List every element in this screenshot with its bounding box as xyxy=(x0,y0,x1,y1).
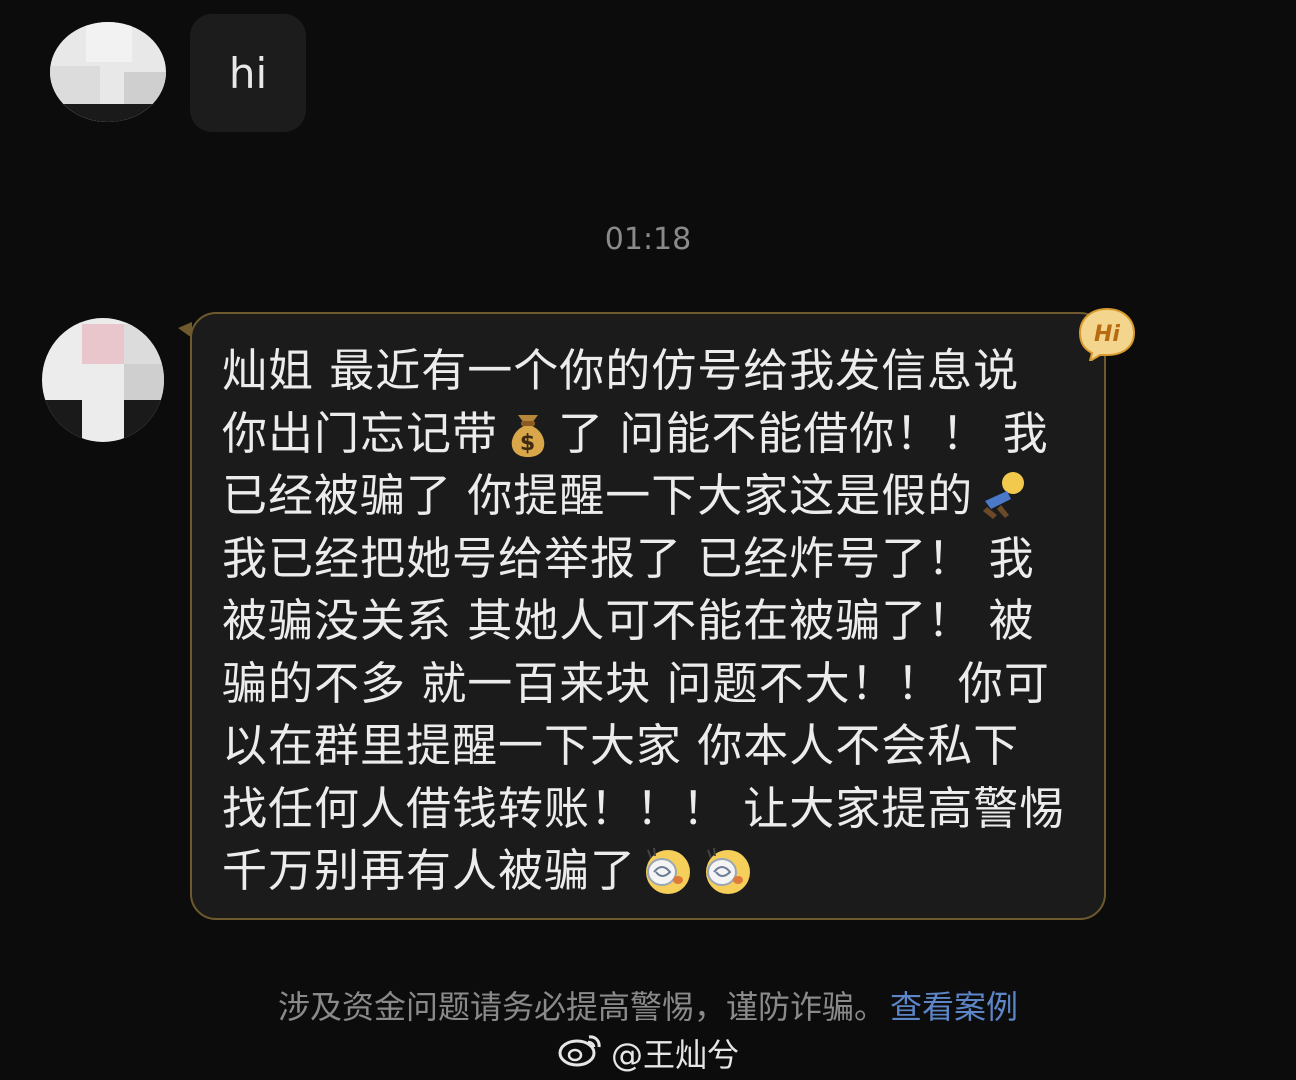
message-line: 找任何人借钱转账！！！ 让大家提高警惕 xyxy=(222,781,1066,835)
message-line: 以在群里提醒一下大家 你本人不会私下 xyxy=(222,719,1020,772)
weibo-logo-icon xyxy=(557,1031,603,1075)
svg-text:$: $ xyxy=(520,431,536,456)
hi-badge-label: Hi xyxy=(1094,322,1120,347)
dizzy-face-icon xyxy=(698,844,754,896)
message-line: 骗的不多 就一百来块 问题不大！！ 你可 xyxy=(222,656,1050,710)
chat-screen: hi 01:18 灿姐 最近有一个你的仿号给我发信息说 你出门忘记带 $ 了 问… xyxy=(0,0,1296,1080)
message-line: 已经被骗了 你提醒一下大家这是假的 xyxy=(222,465,1064,528)
message-line: 我已经把她号给举报了 已经炸号了！ 我 xyxy=(222,531,1035,585)
watermark-text: @王灿兮 xyxy=(610,1036,739,1074)
message-bubble[interactable]: hi xyxy=(190,14,306,132)
sender-avatar[interactable] xyxy=(42,318,164,442)
fainting-person-icon xyxy=(979,469,1027,521)
message-text: hi xyxy=(228,48,268,98)
watermark: @王灿兮 xyxy=(0,1030,1296,1076)
hi-badge-icon[interactable]: Hi xyxy=(1078,307,1136,364)
message-line: 被骗没关系 其她人可不能在被骗了！ 被 xyxy=(222,594,1035,647)
message-line: 灿姐 最近有一个你的仿号给我发信息说 xyxy=(222,344,1020,397)
message-line: 你出门忘记带 $ 了 问能不能借你！！ 我 xyxy=(222,406,1049,460)
message-line: 千万别再有人被骗了 xyxy=(222,840,1064,903)
money-bag-icon: $ xyxy=(504,407,552,459)
sender-avatar[interactable] xyxy=(50,22,166,122)
dizzy-face-icon xyxy=(638,844,694,896)
fraud-warning: 涉及资金问题请务必提高警惕，谨防诈骗。 查看案例 xyxy=(0,982,1296,1028)
message-timestamp: 01:18 xyxy=(604,222,692,257)
view-cases-link[interactable]: 查看案例 xyxy=(890,988,1018,1026)
message-bubble[interactable]: 灿姐 最近有一个你的仿号给我发信息说 你出门忘记带 $ 了 问能不能借你！！ 我… xyxy=(190,312,1106,920)
fraud-warning-text: 涉及资金问题请务必提高警惕，谨防诈骗。 xyxy=(277,988,886,1026)
